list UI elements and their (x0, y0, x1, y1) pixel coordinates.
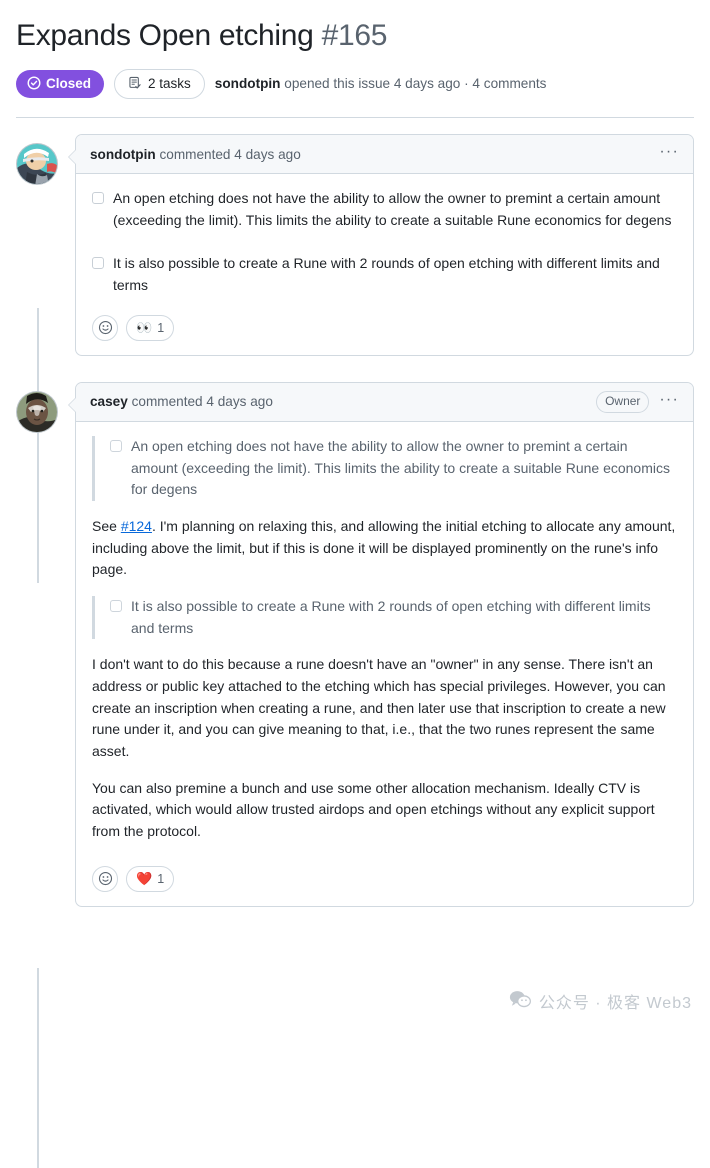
task-checkbox[interactable] (92, 192, 104, 205)
task-label: It is also possible to create a Rune wit… (113, 255, 660, 294)
comment-box: casey commented 4 days ago Owner ··· An … (68, 381, 694, 907)
timeline-rail (37, 968, 39, 1168)
quoted-text: It is also possible to create a Rune wit… (92, 595, 677, 640)
heart-emoji: ❤️ (136, 871, 153, 887)
tasks-count-label: 2 tasks (148, 76, 191, 92)
comment-body: An open etching does not have the abilit… (76, 174, 693, 311)
issue-header: Expands Open etching #165 Closed 2 tasks (0, 0, 710, 117)
comment-box: sondotpin commented 4 days ago ··· An op… (68, 134, 694, 356)
comment-menu-icon[interactable]: ··· (659, 391, 679, 412)
comment-author-link[interactable]: casey (90, 394, 128, 409)
comment-body: An open etching does not have the abilit… (76, 422, 693, 862)
tasks-count-pill[interactable]: 2 tasks (114, 68, 205, 100)
issue-number: #165 (321, 19, 388, 52)
comment-action-text: commented 4 days ago (131, 394, 273, 410)
page-title: Expands Open etching #165 (16, 18, 694, 55)
task-list-icon (128, 76, 142, 93)
task-list: An open etching does not have the abilit… (92, 188, 677, 297)
eyes-reaction[interactable]: 👀 1 (126, 314, 175, 341)
task-checkbox[interactable] (92, 257, 104, 270)
task-checkbox (110, 599, 122, 612)
comment-byline: sondotpin commented 4 days ago (90, 147, 301, 162)
heart-reaction[interactable]: ❤️ 1 (126, 865, 175, 892)
comment-item: casey commented 4 days ago Owner ··· An … (16, 381, 694, 907)
check-circle-icon (27, 76, 41, 93)
issue-reference-link[interactable]: #124 (121, 518, 152, 534)
issue-meta-detail: opened this issue 4 days ago · 4 comment… (280, 76, 547, 92)
comment-action-text: commented 4 days ago (159, 146, 301, 162)
issue-meta-row: Closed 2 tasks sondotpin opened this iss… (16, 68, 694, 118)
quoted-text: An open etching does not have the abilit… (92, 435, 677, 501)
reaction-bar: ❤️ 1 (76, 862, 693, 906)
add-reaction-button[interactable] (92, 314, 118, 341)
comment-header: sondotpin commented 4 days ago ··· (76, 135, 693, 175)
comment-byline: casey commented 4 days ago (90, 394, 273, 409)
reaction-bar: 👀 1 (76, 311, 693, 355)
task-label: It is also possible to create a Rune wit… (131, 597, 651, 636)
task-list-item: An open etching does not have the abilit… (92, 188, 677, 231)
reaction-count: 1 (157, 871, 165, 886)
add-reaction-button[interactable] (92, 865, 118, 892)
eyes-emoji: 👀 (136, 320, 153, 336)
paragraph-suffix: . I'm planning on relaxing this, and all… (92, 517, 676, 578)
issue-meta-text: sondotpin opened this issue 4 days ago ·… (215, 76, 547, 91)
status-badge-label: Closed (46, 76, 92, 92)
task-list-item: It is also possible to create a Rune wit… (92, 253, 677, 296)
comment-header: casey commented 4 days ago Owner ··· (76, 382, 693, 422)
avatar[interactable] (16, 390, 58, 433)
reaction-count: 1 (157, 320, 165, 335)
comment-paragraph: I don't want to do this because a rune d… (92, 656, 666, 760)
watermark-text: 公众号 · 极客 Web3 (538, 995, 692, 1012)
smiley-icon (98, 321, 112, 335)
task-label: An open etching does not have the abilit… (113, 190, 672, 228)
paragraph-prefix: See (92, 517, 121, 534)
watermark: 公众号 · 极客 Web3 (509, 989, 692, 1013)
wechat-icon (509, 990, 531, 1013)
comment-menu-icon[interactable]: ··· (659, 144, 679, 164)
comment-author-link[interactable]: sondotpin (90, 147, 156, 162)
author-association-badge: Owner (596, 390, 650, 413)
smiley-icon (98, 872, 112, 886)
issue-author-link[interactable]: sondotpin (215, 76, 281, 91)
comment-paragraph: See #124. I'm planning on relaxing this,… (92, 516, 677, 581)
issue-title-text: Expands Open etching (16, 19, 314, 52)
task-list-item: An open etching does not have the abilit… (110, 436, 677, 501)
avatar[interactable] (16, 143, 58, 186)
status-badge: Closed (16, 69, 105, 99)
comment-paragraph: You can also premine a bunch and use som… (92, 779, 655, 840)
comment-item: sondotpin commented 4 days ago ··· An op… (16, 118, 694, 356)
task-checkbox (110, 439, 122, 452)
task-label: An open etching does not have the abilit… (131, 437, 670, 498)
comment-timeline: sondotpin commented 4 days ago ··· An op… (0, 118, 710, 1168)
task-list-item: It is also possible to create a Rune wit… (110, 596, 677, 639)
